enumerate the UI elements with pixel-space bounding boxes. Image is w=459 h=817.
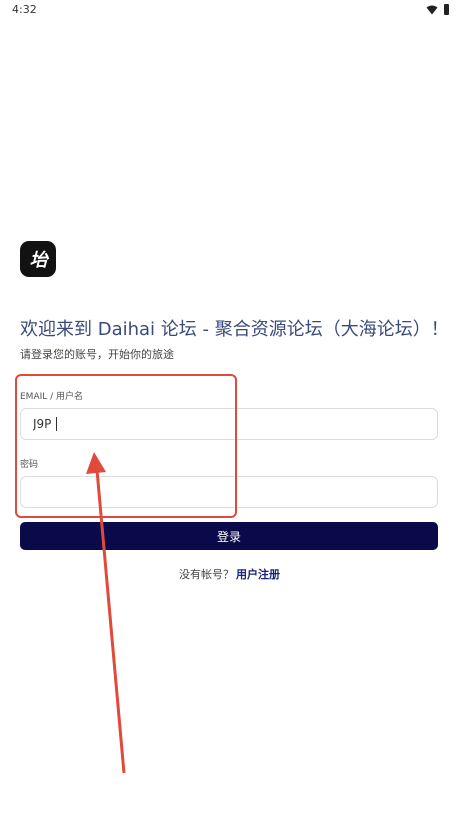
status-bar: 4:32 bbox=[0, 0, 459, 22]
welcome-subtitle: 请登录您的账号，开始你的旅途 bbox=[20, 348, 174, 361]
battery-icon bbox=[444, 4, 449, 15]
status-time: 4:32 bbox=[12, 3, 37, 16]
wifi-icon bbox=[426, 5, 438, 14]
register-link[interactable]: 用户注册 bbox=[236, 568, 280, 581]
register-prompt: 没有帐号？ bbox=[179, 568, 234, 581]
annotation-highlight-box bbox=[15, 374, 237, 518]
register-row: 没有帐号？ 用户注册 bbox=[0, 566, 459, 582]
status-icons bbox=[426, 4, 449, 15]
app-logo: 坮 bbox=[20, 241, 56, 277]
welcome-title: 欢迎来到 Daihai 论坛 - 聚合资源论坛（大海论坛）！ bbox=[20, 319, 449, 340]
login-button[interactable]: 登录 bbox=[20, 522, 438, 550]
